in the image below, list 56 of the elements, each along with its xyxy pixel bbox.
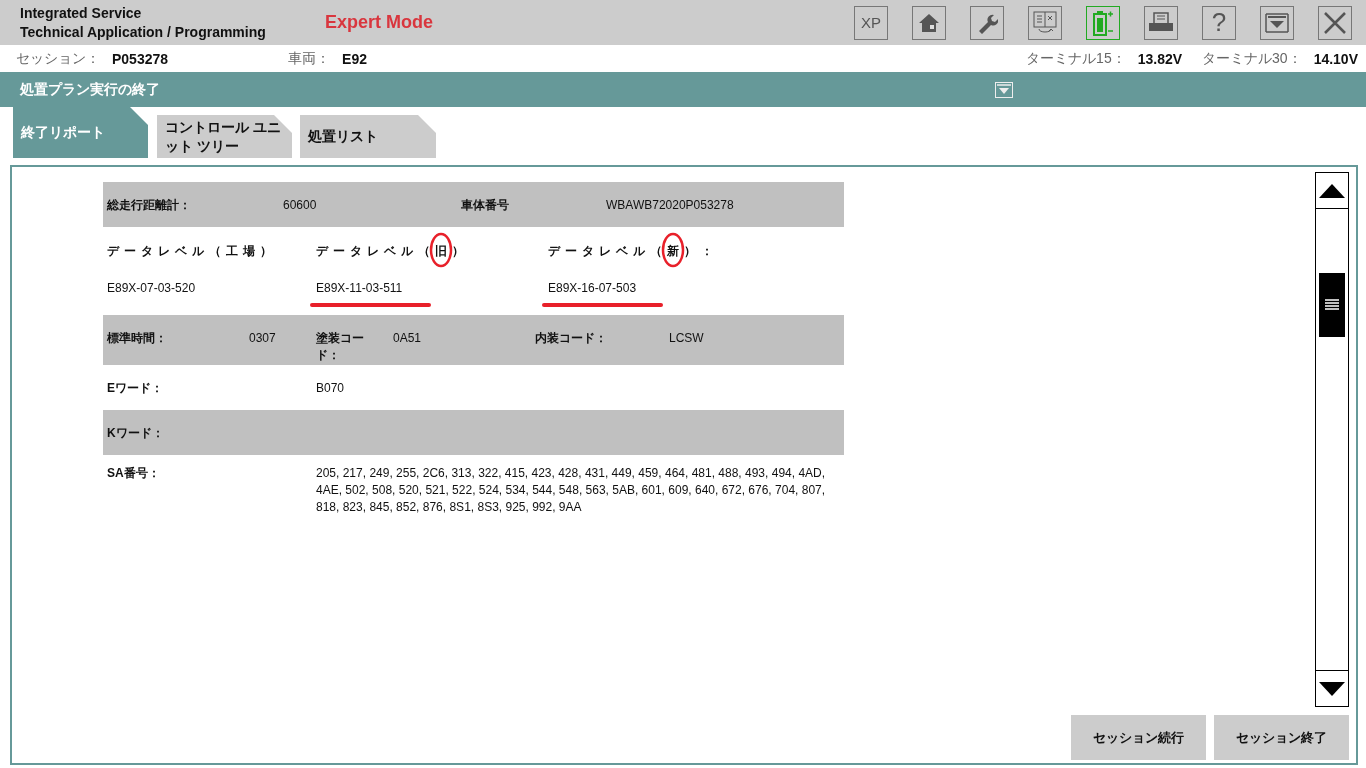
field-value: 0307 <box>249 331 276 345</box>
info-value: 13.82V <box>1137 50 1183 67</box>
home-button[interactable] <box>912 5 946 40</box>
home-icon <box>918 12 940 33</box>
field-value: 0A51 <box>393 331 422 345</box>
section-title: 処置プラン実行の終了 <box>20 80 161 99</box>
tab[interactable]: コントロール ユニット ツリー <box>157 115 292 158</box>
scrollbar[interactable] <box>1315 172 1349 707</box>
field-value: 60600 <box>283 198 317 212</box>
dropdown-button[interactable] <box>1260 5 1294 40</box>
close-button[interactable] <box>1318 5 1352 40</box>
info-value: 14.10V <box>1313 50 1358 67</box>
toolbar-button[interactable]: XP <box>854 5 888 40</box>
field-label: 車体番号 <box>461 198 509 212</box>
level-value: E89X-07-03-520 <box>107 281 196 295</box>
field-value: B070 <box>316 381 345 395</box>
session-button[interactable]: セッション終了 <box>1214 715 1349 760</box>
level-value: E89X-11-03-511 <box>316 281 403 295</box>
field-value: 205, 217, 249, 255, 2C6, 313, 322, 415, 423, 428, 431, 449, 459, 464, 481, 488, 493, 494, 4AD, 4AE, 502, 508, 520, 521, 522, 524, 534, 544, 548, 563, 5AB, 601, 609, 640, 672, 676, 704, 807, 818, 823, 845, 852, 876, 8S1, 8S3, 925, 992, 9AA <box>316 466 826 514</box>
session-button[interactable]: セッション続行 <box>1071 715 1206 760</box>
close-icon <box>1323 10 1347 35</box>
level-value: E89X-16-07-503 <box>548 281 637 295</box>
scroll-thumb[interactable] <box>1319 273 1345 337</box>
printer-button[interactable] <box>1144 5 1178 40</box>
dropdown-icon <box>1265 11 1289 34</box>
printer-icon <box>1148 11 1174 34</box>
info-value: P053278 <box>112 50 169 67</box>
tab[interactable]: 処置リスト <box>300 115 436 158</box>
mode-label: Expert Mode <box>325 12 435 33</box>
field-label: Kワード： <box>107 426 164 440</box>
field-label: 総走行距離計： <box>107 198 191 212</box>
field-value: WBAWB72020P053278 <box>606 198 734 212</box>
level-label: データレベル（旧） <box>316 244 469 258</box>
field-label: Eワード： <box>107 381 163 395</box>
field-label: 内装コード： <box>535 331 607 345</box>
grip-icon <box>1325 298 1339 312</box>
dropdown-icon[interactable] <box>995 81 1013 98</box>
level-label: データレベル（新）： <box>548 244 718 258</box>
field-label: 塗装コード： <box>316 330 365 364</box>
toolbar-button[interactable]: ? <box>1202 5 1236 40</box>
info-label: 車両： <box>288 49 331 68</box>
info-label: ターミナル30： <box>1202 49 1302 68</box>
level-label: データレベル（工場） <box>107 244 277 258</box>
app-title: Integrated Service Technical Application / Programming <box>20 3 267 42</box>
info-label: ターミナル15： <box>1026 49 1126 68</box>
info-value: E92 <box>342 50 367 67</box>
field-label: 標準時間： <box>107 331 167 345</box>
field-label: SA番号： <box>107 466 160 480</box>
swap-button[interactable] <box>1028 5 1062 40</box>
swap-icon <box>1033 10 1057 35</box>
field-value: LCSW <box>669 331 704 345</box>
scroll-up-icon[interactable] <box>1319 183 1345 198</box>
info-label: セッション： <box>16 49 100 68</box>
scroll-down-icon[interactable] <box>1319 681 1345 696</box>
battery-icon <box>1091 9 1115 36</box>
wrench-button[interactable] <box>970 5 1004 40</box>
